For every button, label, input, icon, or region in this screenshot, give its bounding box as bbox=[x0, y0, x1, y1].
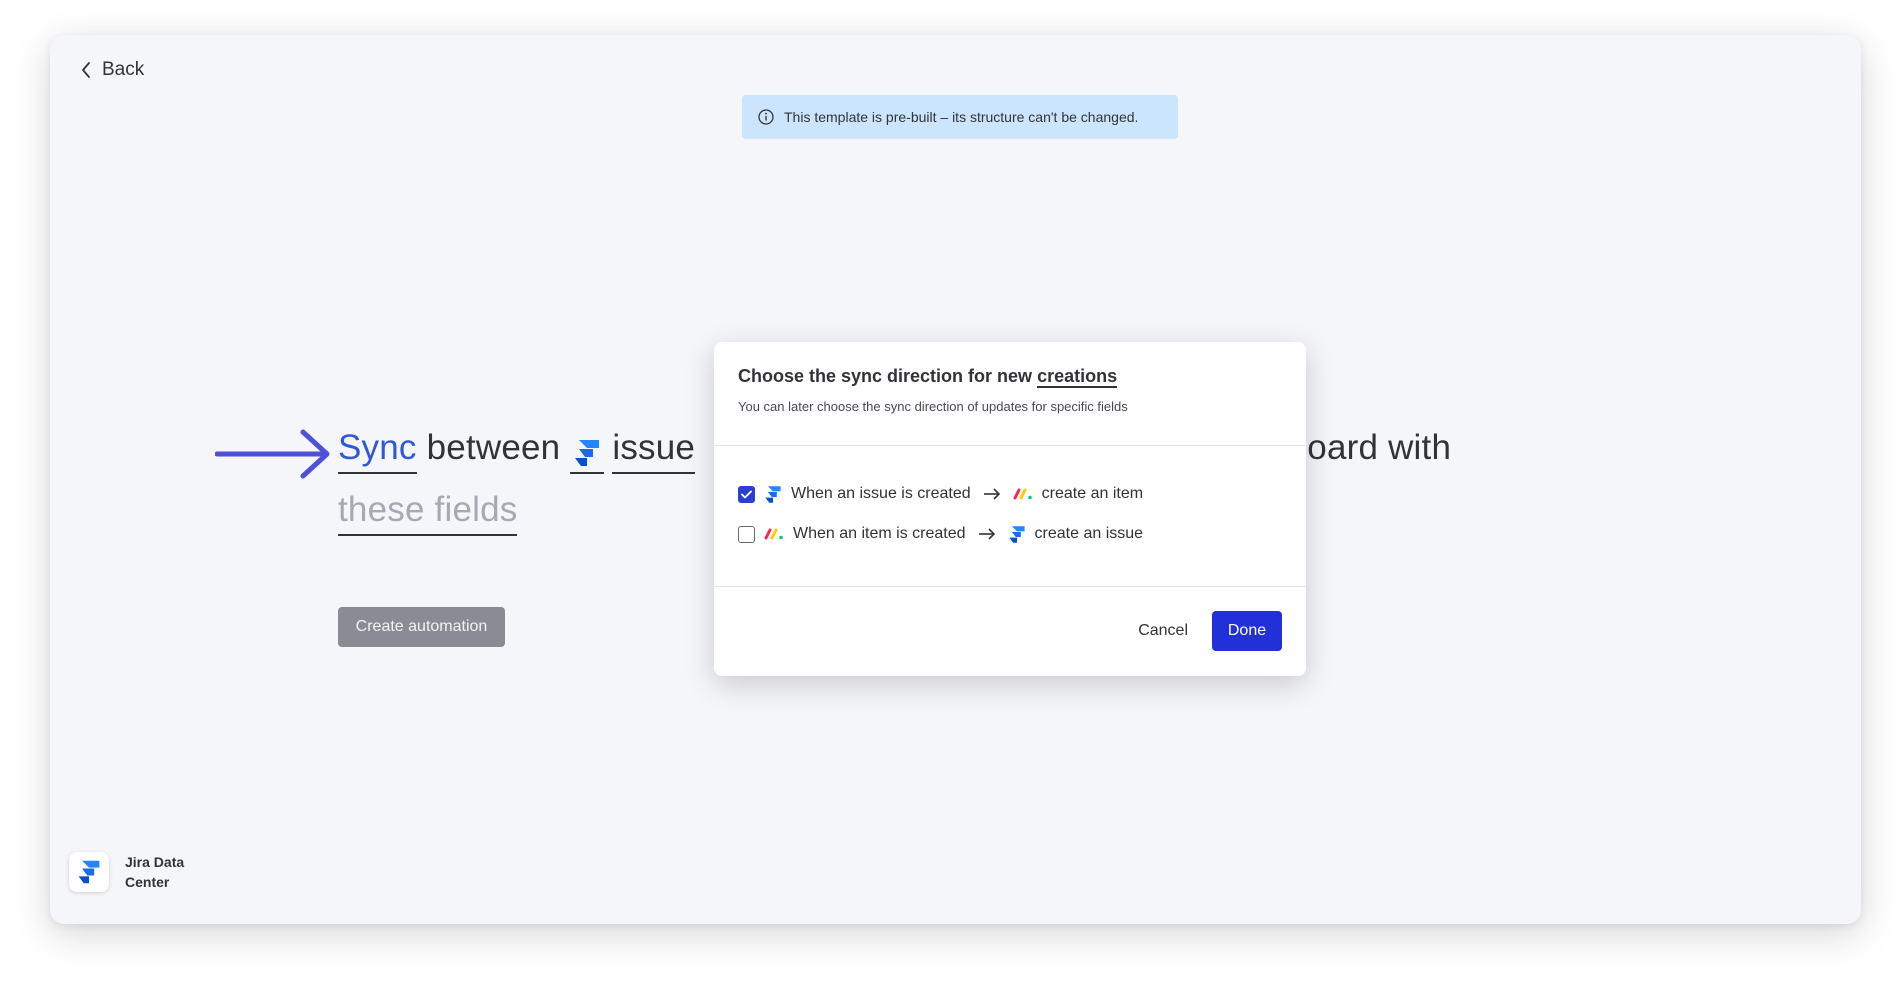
modal-body: When an issue is created create an item … bbox=[714, 446, 1306, 587]
modal-title-highlight: creations bbox=[1037, 366, 1118, 388]
sentence-line-1: Sync between issue bbox=[338, 428, 696, 474]
option-trigger-label: When an issue is created bbox=[791, 485, 971, 502]
done-button[interactable]: Done bbox=[1212, 611, 1282, 651]
fields-selector[interactable]: these fields bbox=[338, 490, 518, 536]
monday-logo-icon bbox=[764, 528, 784, 540]
checkbox-issue-to-item[interactable] bbox=[738, 485, 755, 503]
info-icon bbox=[758, 109, 774, 125]
option-issue-to-item[interactable]: When an issue is created create an item bbox=[738, 484, 1282, 504]
option-item-to-issue[interactable]: When an item is created create an issue bbox=[738, 524, 1282, 544]
app-badge: Jira Data Center bbox=[69, 852, 195, 892]
app-name: Jira Data Center bbox=[125, 854, 185, 890]
modal-title-prefix: Choose the sync direction for new bbox=[738, 366, 1033, 386]
option-trigger-label: When an item is created bbox=[793, 525, 966, 542]
jira-logo-icon bbox=[575, 440, 600, 466]
banner-text: This template is pre-built – its structu… bbox=[784, 109, 1139, 125]
back-label: Back bbox=[102, 59, 145, 80]
modal-subtitle: You can later choose the sync direction … bbox=[738, 399, 1128, 414]
checkbox-item-to-issue[interactable] bbox=[738, 525, 755, 543]
arrow-right-icon bbox=[983, 488, 1001, 500]
create-automation-button[interactable]: Create automation bbox=[338, 607, 505, 647]
modal-title: Choose the sync direction for new creati… bbox=[738, 366, 1282, 388]
jira-logo-icon bbox=[764, 485, 782, 504]
modal-header: Choose the sync direction for new creati… bbox=[714, 342, 1306, 446]
modal-footer: Cancel Done bbox=[714, 587, 1306, 651]
sync-direction-modal: Choose the sync direction for new creati… bbox=[714, 342, 1306, 676]
issue-word[interactable]: issue bbox=[612, 428, 696, 474]
checkmark-icon bbox=[741, 490, 752, 498]
sync-word[interactable]: Sync bbox=[338, 428, 417, 474]
jira-app-selector[interactable] bbox=[570, 438, 605, 474]
cancel-button[interactable]: Cancel bbox=[1138, 622, 1188, 640]
option-action-label: create an item bbox=[1041, 485, 1144, 502]
info-banner: This template is pre-built – its structu… bbox=[742, 95, 1178, 139]
between-word: between bbox=[426, 428, 561, 467]
app-window: Back This template is pre-built – its st… bbox=[50, 35, 1861, 924]
jira-logo-icon bbox=[78, 860, 100, 884]
monday-logo-icon bbox=[1013, 488, 1033, 500]
option-action-label: create an issue bbox=[1034, 525, 1144, 542]
back-button[interactable]: Back bbox=[80, 59, 144, 81]
chevron-left-icon bbox=[82, 62, 90, 78]
sentence-line-2: these fields bbox=[338, 490, 518, 536]
app-logo bbox=[69, 852, 109, 892]
pointer-arrow-icon bbox=[215, 429, 330, 479]
jira-logo-icon bbox=[1008, 525, 1026, 544]
arrow-right-icon bbox=[978, 528, 996, 540]
